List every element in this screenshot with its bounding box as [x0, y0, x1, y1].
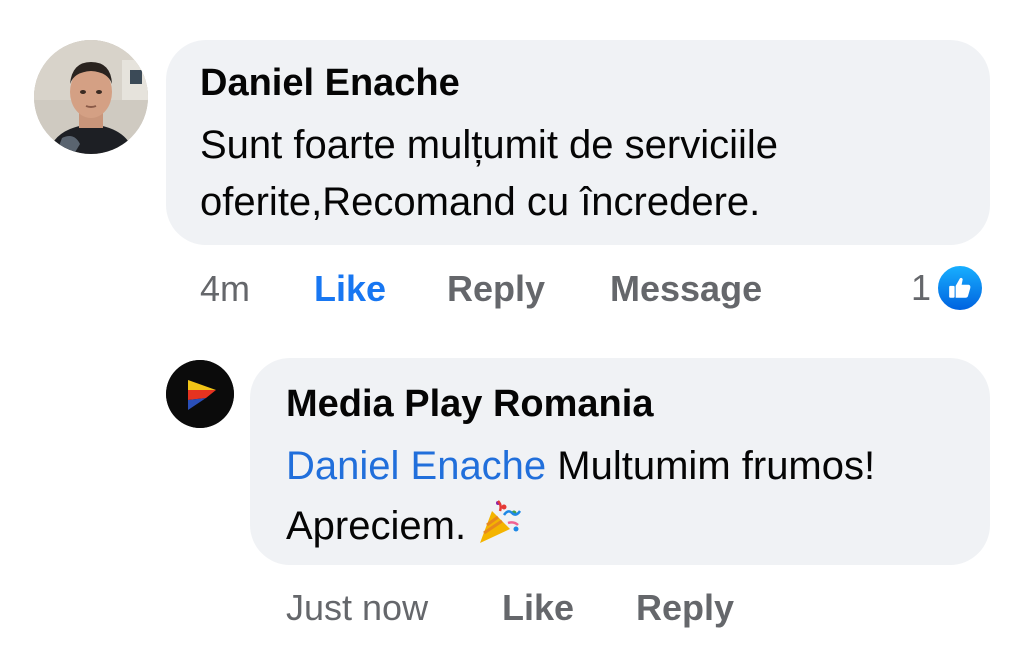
commenter-avatar[interactable]	[34, 40, 148, 154]
reaction-summary[interactable]: 1	[911, 262, 986, 314]
comment-text: Sunt foarte mulțumit de serviciile oferi…	[200, 123, 779, 224]
media-play-logo	[166, 360, 234, 428]
like-thumb-icon	[935, 263, 986, 313]
comment-author-name[interactable]: Daniel Enache	[200, 62, 460, 105]
comment-message-button[interactable]: Message	[610, 268, 762, 310]
reply-author-name[interactable]: Media Play Romania	[286, 383, 653, 426]
profile-photo	[34, 40, 148, 154]
party-popper-icon	[474, 499, 522, 547]
reply-text: Daniel Enache Multumim frumos! Apreciem.	[286, 436, 976, 556]
reaction-count: 1	[911, 267, 932, 308]
comment-timestamp[interactable]: 4m	[200, 268, 250, 310]
comment-reply-button[interactable]: Reply	[447, 268, 545, 310]
mention-link[interactable]: Daniel Enache	[286, 444, 546, 488]
reply-reply-button[interactable]: Reply	[636, 587, 734, 629]
reply-timestamp[interactable]: Just now	[286, 587, 428, 629]
page-avatar[interactable]	[166, 360, 234, 428]
comment-like-button[interactable]: Like	[314, 268, 386, 310]
reply-like-button[interactable]: Like	[502, 587, 574, 629]
